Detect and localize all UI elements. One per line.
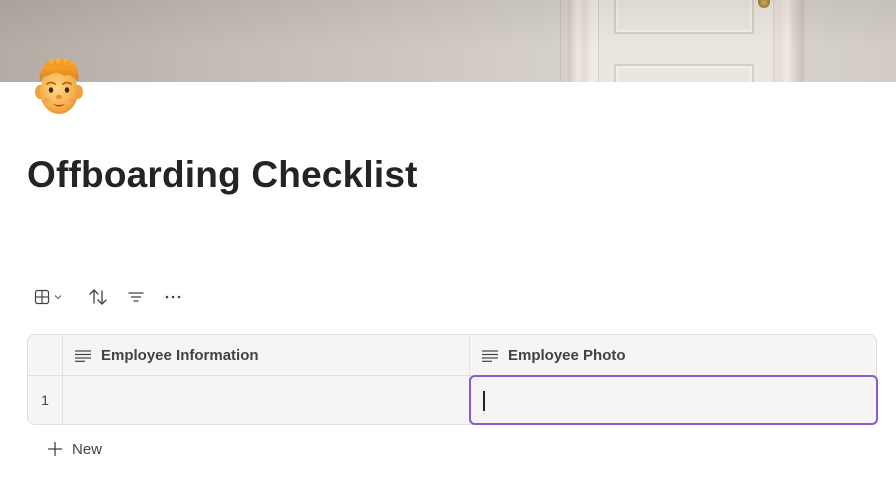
row-number-header xyxy=(28,335,63,376)
column-header-label: Employee Information xyxy=(101,347,259,364)
column-header-label: Employee Photo xyxy=(508,347,626,364)
column-header-employee-information[interactable]: Employee Information xyxy=(63,335,470,376)
grid-view-icon xyxy=(34,289,50,305)
filter-button[interactable] xyxy=(123,284,149,310)
new-row-button[interactable]: New xyxy=(47,436,102,462)
table-row: 1 xyxy=(28,375,878,425)
text-lines-icon xyxy=(75,349,91,362)
plus-icon xyxy=(47,441,63,457)
sort-icon xyxy=(88,288,108,306)
row-number[interactable]: 1 xyxy=(28,376,63,424)
text-caret xyxy=(483,391,485,411)
new-row-label: New xyxy=(72,440,103,458)
cover-image xyxy=(0,0,896,82)
data-table: Employee Information Employee Photo 1 xyxy=(27,334,878,425)
more-options-button[interactable] xyxy=(160,284,186,310)
table-cell-employee-photo-active[interactable] xyxy=(469,375,878,425)
page-title[interactable]: Offboarding Checklist xyxy=(27,154,418,196)
sort-button[interactable] xyxy=(84,284,112,310)
table-cell-employee-information[interactable] xyxy=(63,376,470,424)
person-emoji-icon[interactable] xyxy=(34,56,86,120)
column-header-employee-photo[interactable]: Employee Photo xyxy=(470,335,876,376)
grid-view-button[interactable] xyxy=(28,284,68,310)
filter-icon xyxy=(128,290,144,304)
more-icon xyxy=(165,295,181,299)
chevron-down-icon xyxy=(54,294,62,300)
view-toolbar xyxy=(28,284,186,310)
table-header-row: Employee Information Employee Photo xyxy=(28,335,876,376)
text-lines-icon xyxy=(482,349,498,362)
